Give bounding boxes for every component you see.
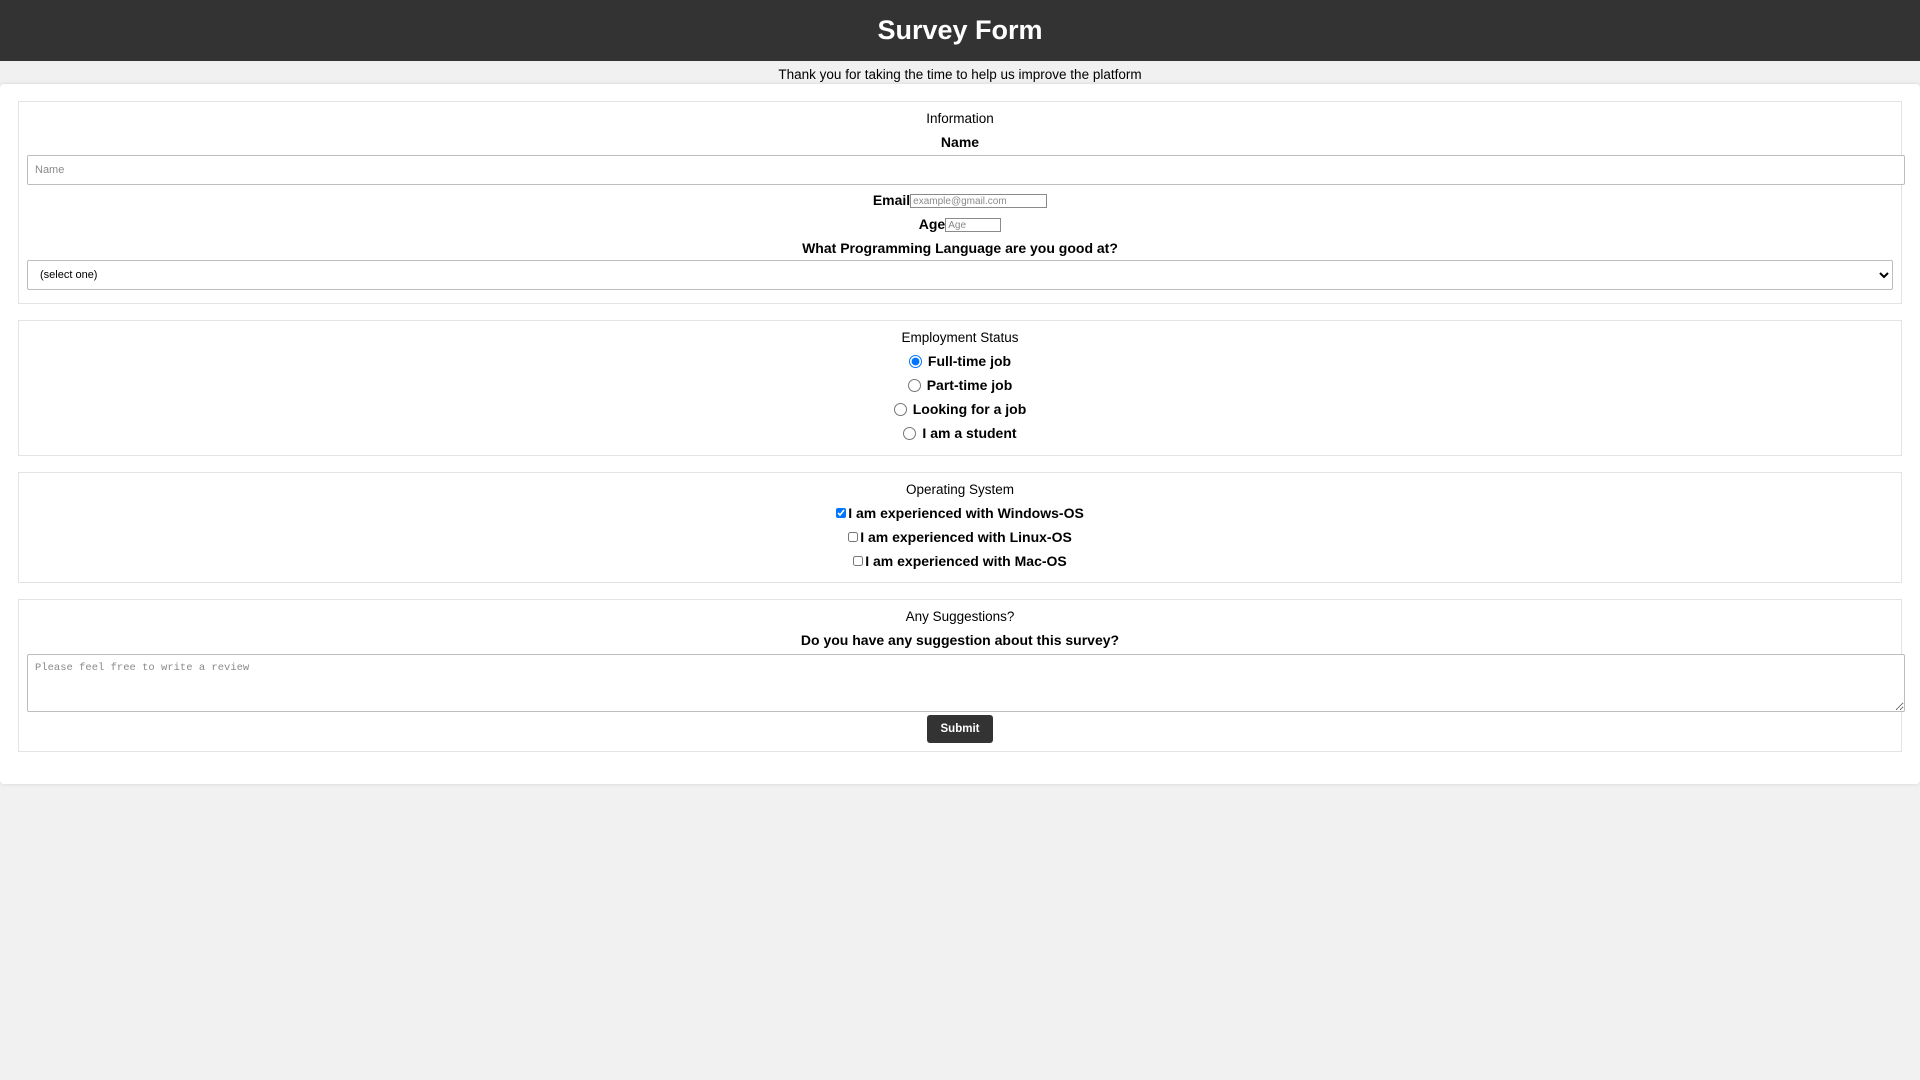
age-input[interactable] — [945, 218, 1002, 233]
information-section: Information Name Email Age What Programm… — [18, 101, 1905, 304]
page-title: Survey Form — [877, 15, 1043, 45]
linux-checkbox[interactable] — [848, 532, 859, 542]
looking-label: Looking for a job — [912, 401, 1027, 417]
linux-label: I am experienced with Linux-OS — [860, 529, 1072, 545]
windows-label: I am experienced with Windows-OS — [848, 505, 1084, 521]
student-label: I am a student — [922, 425, 1017, 441]
suggestion-question: Do you have any suggestion about this su… — [800, 632, 1120, 648]
page-header: Survey Form — [0, 0, 1920, 61]
information-legend: Information — [926, 111, 994, 126]
fulltime-radio[interactable] — [908, 354, 922, 368]
employment-option-looking[interactable]: Looking for a job — [27, 397, 1893, 421]
fulltime-label: Full-time job — [927, 353, 1012, 369]
employment-option-parttime[interactable]: Part-time job — [27, 373, 1893, 397]
employment-legend: Employment Status — [901, 330, 1019, 345]
parttime-label: Part-time job — [926, 377, 1013, 393]
windows-checkbox[interactable] — [836, 508, 847, 518]
name-label: Name — [940, 134, 980, 150]
language-select[interactable]: (select one) — [27, 260, 1893, 290]
os-legend: Operating System — [905, 482, 1015, 497]
submit-button[interactable]: Submit — [927, 715, 993, 743]
suggestion-textarea[interactable] — [27, 654, 1905, 712]
page-subtitle: Thank you for taking the time to help us… — [778, 67, 1142, 82]
suggestions-section: Any Suggestions? Do you have any suggest… — [18, 599, 1905, 752]
employment-option-student[interactable]: I am a student — [27, 421, 1893, 445]
email-input[interactable] — [910, 194, 1048, 209]
language-label: What Programming Language are you good a… — [802, 240, 1118, 256]
mac-label: I am experienced with Mac-OS — [865, 553, 1067, 569]
looking-radio[interactable] — [893, 402, 907, 416]
employment-option-fulltime[interactable]: Full-time job — [27, 349, 1893, 373]
email-label: Email — [872, 192, 911, 208]
os-option-windows[interactable]: I am experienced with Windows-OS — [27, 501, 1893, 525]
employment-section: Employment Status Full-time job Part-tim… — [18, 320, 1902, 456]
os-option-mac[interactable]: I am experienced with Mac-OS — [27, 549, 1893, 573]
os-option-linux[interactable]: I am experienced with Linux-OS — [27, 525, 1893, 549]
survey-form: Information Name Email Age What Programm… — [0, 84, 1920, 784]
suggestions-legend: Any Suggestions? — [905, 609, 1015, 624]
name-input[interactable] — [27, 155, 1905, 185]
os-section: Operating System I am experienced with W… — [18, 472, 1902, 583]
parttime-radio[interactable] — [907, 378, 921, 392]
student-radio[interactable] — [903, 426, 917, 440]
age-label: Age — [918, 216, 946, 232]
mac-checkbox[interactable] — [853, 556, 864, 566]
